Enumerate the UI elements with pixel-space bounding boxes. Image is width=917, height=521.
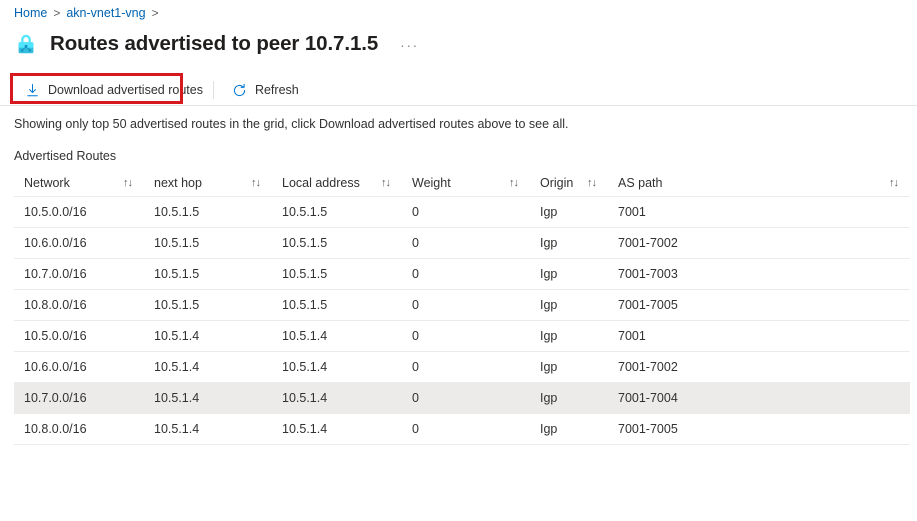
- sort-icon-local-address[interactable]: ↑↓: [381, 177, 391, 189]
- table-row[interactable]: 10.5.0.0/16 10.5.1.5 10.5.1.5 0 Igp 7001: [14, 196, 910, 228]
- refresh-label: Refresh: [254, 83, 299, 97]
- cell-network: 10.6.0.0/16: [14, 351, 144, 383]
- cell-local_address: 10.5.1.5: [272, 258, 402, 290]
- cell-as_path: 7001-7003: [608, 258, 910, 290]
- cell-as_path: 7001-7005: [608, 289, 910, 321]
- vpn-gateway-lock-icon: [18, 34, 34, 54]
- table-row[interactable]: 10.6.0.0/16 10.5.1.4 10.5.1.4 0 Igp 7001-7002: [14, 351, 910, 383]
- cell-network: 10.8.0.0/16: [14, 413, 144, 445]
- cell-origin: Igp: [530, 351, 608, 383]
- cell-origin: Igp: [530, 196, 608, 228]
- cell-next_hop: 10.5.1.5: [144, 227, 272, 259]
- cell-weight: 0: [402, 413, 530, 445]
- column-header-local-address-label: Local address: [282, 176, 360, 190]
- table-body: 10.5.0.0/16 10.5.1.5 10.5.1.5 0 Igp 7001 10.6.…: [14, 196, 910, 445]
- table-header-row: Network ↑↓ next hop ↑↓ Local address ↑↓: [14, 170, 910, 197]
- column-header-weight-label: Weight: [412, 176, 451, 190]
- more-options-icon[interactable]: ···: [400, 32, 419, 58]
- breadcrumb-separator-icon: >: [53, 6, 61, 20]
- sort-icon-network[interactable]: ↑↓: [123, 177, 133, 189]
- cell-weight: 0: [402, 320, 530, 352]
- cell-next_hop: 10.5.1.4: [144, 413, 272, 445]
- cell-local_address: 10.5.1.4: [272, 351, 402, 383]
- cell-as_path: 7001-7004: [608, 382, 910, 414]
- cell-origin: Igp: [530, 413, 608, 445]
- cell-origin: Igp: [530, 289, 608, 321]
- column-header-next-hop[interactable]: next hop ↑↓: [144, 170, 272, 197]
- cell-as_path: 7001-7005: [608, 413, 910, 445]
- page-title: Routes advertised to peer 10.7.1.5: [50, 32, 379, 55]
- cell-weight: 0: [402, 351, 530, 383]
- cell-network: 10.5.0.0/16: [14, 320, 144, 352]
- sort-icon-origin[interactable]: ↑↓: [587, 177, 597, 189]
- cell-as_path: 7001-7002: [608, 227, 910, 259]
- cell-origin: Igp: [530, 382, 608, 414]
- column-header-network[interactable]: Network ↑↓: [14, 170, 144, 197]
- refresh-button[interactable]: Refresh: [223, 75, 308, 105]
- download-advertised-routes-button[interactable]: Download advertised routes: [16, 75, 212, 105]
- refresh-circle-icon: [233, 83, 246, 96]
- cell-weight: 0: [402, 258, 530, 290]
- command-bar-divider: [212, 81, 214, 99]
- breadcrumb-item-home[interactable]: Home: [14, 5, 47, 21]
- cell-network: 10.8.0.0/16: [14, 289, 144, 321]
- cell-next_hop: 10.5.1.4: [144, 320, 272, 352]
- table-row[interactable]: 10.7.0.0/16 10.5.1.4 10.5.1.4 0 Igp 7001-7004: [14, 382, 910, 414]
- cell-next_hop: 10.5.1.4: [144, 382, 272, 414]
- cell-next_hop: 10.5.1.5: [144, 258, 272, 290]
- table-head: Network ↑↓ next hop ↑↓ Local address ↑↓: [14, 170, 910, 197]
- sort-icon-as-path[interactable]: ↑↓: [889, 177, 899, 189]
- cell-as_path: 7001: [608, 320, 910, 352]
- table-row[interactable]: 10.5.0.0/16 10.5.1.4 10.5.1.4 0 Igp 7001: [14, 320, 910, 352]
- cell-weight: 0: [402, 289, 530, 321]
- column-header-next-hop-label: next hop: [154, 176, 202, 190]
- cell-next_hop: 10.5.1.4: [144, 351, 272, 383]
- column-header-as-path[interactable]: AS path ↑↓: [608, 170, 910, 197]
- cell-local_address: 10.5.1.4: [272, 382, 402, 414]
- cell-weight: 0: [402, 196, 530, 228]
- sort-icon-weight[interactable]: ↑↓: [509, 177, 519, 189]
- download-arrow-icon: [27, 83, 38, 96]
- table-row[interactable]: 10.6.0.0/16 10.5.1.5 10.5.1.5 0 Igp 7001-7002: [14, 227, 910, 259]
- breadcrumb: Home > akn-vnet1-vng >: [14, 5, 165, 21]
- column-header-as-path-label: AS path: [618, 176, 663, 190]
- column-header-local-address[interactable]: Local address ↑↓: [272, 170, 402, 197]
- info-message: Showing only top 50 advertised routes in…: [14, 117, 569, 131]
- cell-local_address: 10.5.1.5: [272, 289, 402, 321]
- cell-weight: 0: [402, 227, 530, 259]
- column-header-weight[interactable]: Weight ↑↓: [402, 170, 530, 197]
- cell-network: 10.7.0.0/16: [14, 258, 144, 290]
- grid-caption: Advertised Routes: [14, 149, 117, 163]
- cell-origin: Igp: [530, 320, 608, 352]
- cell-network: 10.7.0.0/16: [14, 382, 144, 414]
- cell-local_address: 10.5.1.4: [272, 413, 402, 445]
- cell-local_address: 10.5.1.4: [272, 320, 402, 352]
- cell-local_address: 10.5.1.5: [272, 196, 402, 228]
- cell-origin: Igp: [530, 227, 608, 259]
- column-header-origin[interactable]: Origin ↑↓: [530, 170, 608, 197]
- table-row[interactable]: 10.7.0.0/16 10.5.1.5 10.5.1.5 0 Igp 7001-7003: [14, 258, 910, 290]
- cell-as_path: 7001-7002: [608, 351, 910, 383]
- download-advertised-routes-label: Download advertised routes: [48, 83, 203, 97]
- cell-next_hop: 10.5.1.5: [144, 196, 272, 228]
- advertised-routes-grid: Network ↑↓ next hop ↑↓ Local address ↑↓: [14, 170, 910, 445]
- cell-network: 10.6.0.0/16: [14, 227, 144, 259]
- page-header: Routes advertised to peer 10.7.1.5 ···: [14, 29, 419, 59]
- sort-icon-next-hop[interactable]: ↑↓: [251, 177, 261, 189]
- cell-weight: 0: [402, 382, 530, 414]
- breadcrumb-item-akn-vnet1-vng[interactable]: akn-vnet1-vng: [66, 5, 145, 21]
- table-row[interactable]: 10.8.0.0/16 10.5.1.4 10.5.1.4 0 Igp 7001-7005: [14, 413, 910, 445]
- cell-local_address: 10.5.1.5: [272, 227, 402, 259]
- breadcrumb-separator-icon-2: >: [151, 6, 159, 20]
- column-header-network-label: Network: [24, 176, 70, 190]
- cell-network: 10.5.0.0/16: [14, 196, 144, 228]
- cell-next_hop: 10.5.1.5: [144, 289, 272, 321]
- command-bar: Download advertised routes Refresh: [0, 74, 917, 106]
- cell-origin: Igp: [530, 258, 608, 290]
- table-row[interactable]: 10.8.0.0/16 10.5.1.5 10.5.1.5 0 Igp 7001-7005: [14, 289, 910, 321]
- command-bar-bottom-divider: [0, 105, 917, 106]
- column-header-origin-label: Origin: [540, 176, 574, 190]
- cell-as_path: 7001: [608, 196, 910, 228]
- routes-table: Network ↑↓ next hop ↑↓ Local address ↑↓: [14, 170, 910, 445]
